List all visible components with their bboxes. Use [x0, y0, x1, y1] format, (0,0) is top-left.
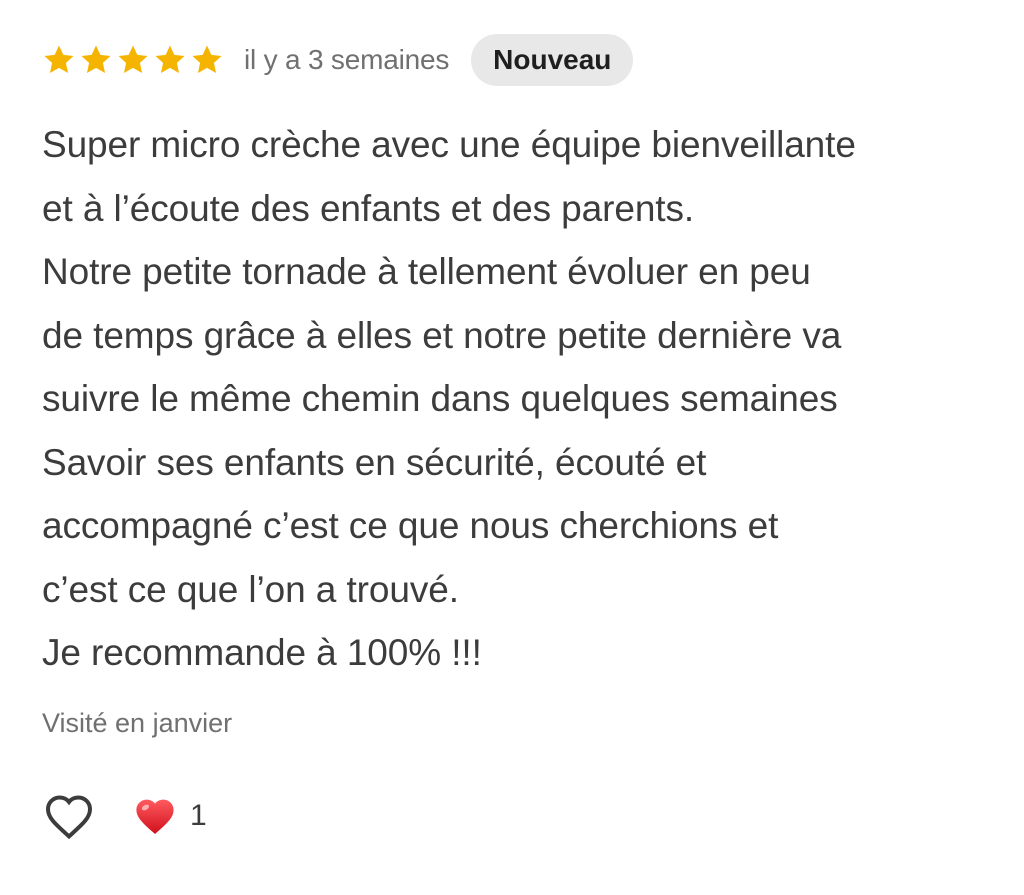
review-text-line: Je recommande à 100% !!! [42, 632, 482, 673]
review-text-line: de temps grâce à elles et notre petite d… [42, 314, 842, 356]
red-heart-icon [136, 799, 174, 835]
review-text-line: Savoir ses enfants en sécurité, écouté e… [42, 441, 707, 483]
star-icon [81, 45, 111, 73]
star-icon [155, 45, 185, 73]
review-text-line: suivre le même chemin dans quelques sema… [42, 378, 838, 419]
review-time-ago: il y a 3 semaines [244, 44, 450, 75]
review-text-line: accompagné c’est ce que nous cherchions … [42, 505, 779, 546]
star-icon [118, 45, 148, 73]
review-actions: 1 [42, 786, 207, 846]
star-rating [42, 43, 224, 77]
review-header: il y a 3 semaines Nouveau [42, 33, 634, 87]
reaction-count: 1 [190, 799, 207, 832]
review-text-line: Notre petite tornade à tellement évoluer… [42, 251, 811, 292]
heart-outline-icon [45, 795, 93, 840]
star-icon [192, 45, 222, 73]
like-button[interactable] [42, 789, 96, 843]
review-text-line: c’est ce que l’on a trouvé. [42, 568, 459, 610]
new-badge: Nouveau [471, 34, 634, 86]
review-card: il y a 3 semaines Nouveau Super micro cr… [42, 0, 1002, 895]
review-text-line: et à l’écoute des enfants et des parents… [42, 187, 695, 229]
visit-date: Visité en janvier [42, 708, 233, 738]
review-text: Super micro crèche avec une équipe bienv… [42, 113, 1002, 685]
review-text-line: Super micro crèche avec une équipe bienv… [42, 124, 856, 165]
star-icon [44, 45, 74, 73]
reaction-summary[interactable]: 1 [132, 793, 207, 839]
